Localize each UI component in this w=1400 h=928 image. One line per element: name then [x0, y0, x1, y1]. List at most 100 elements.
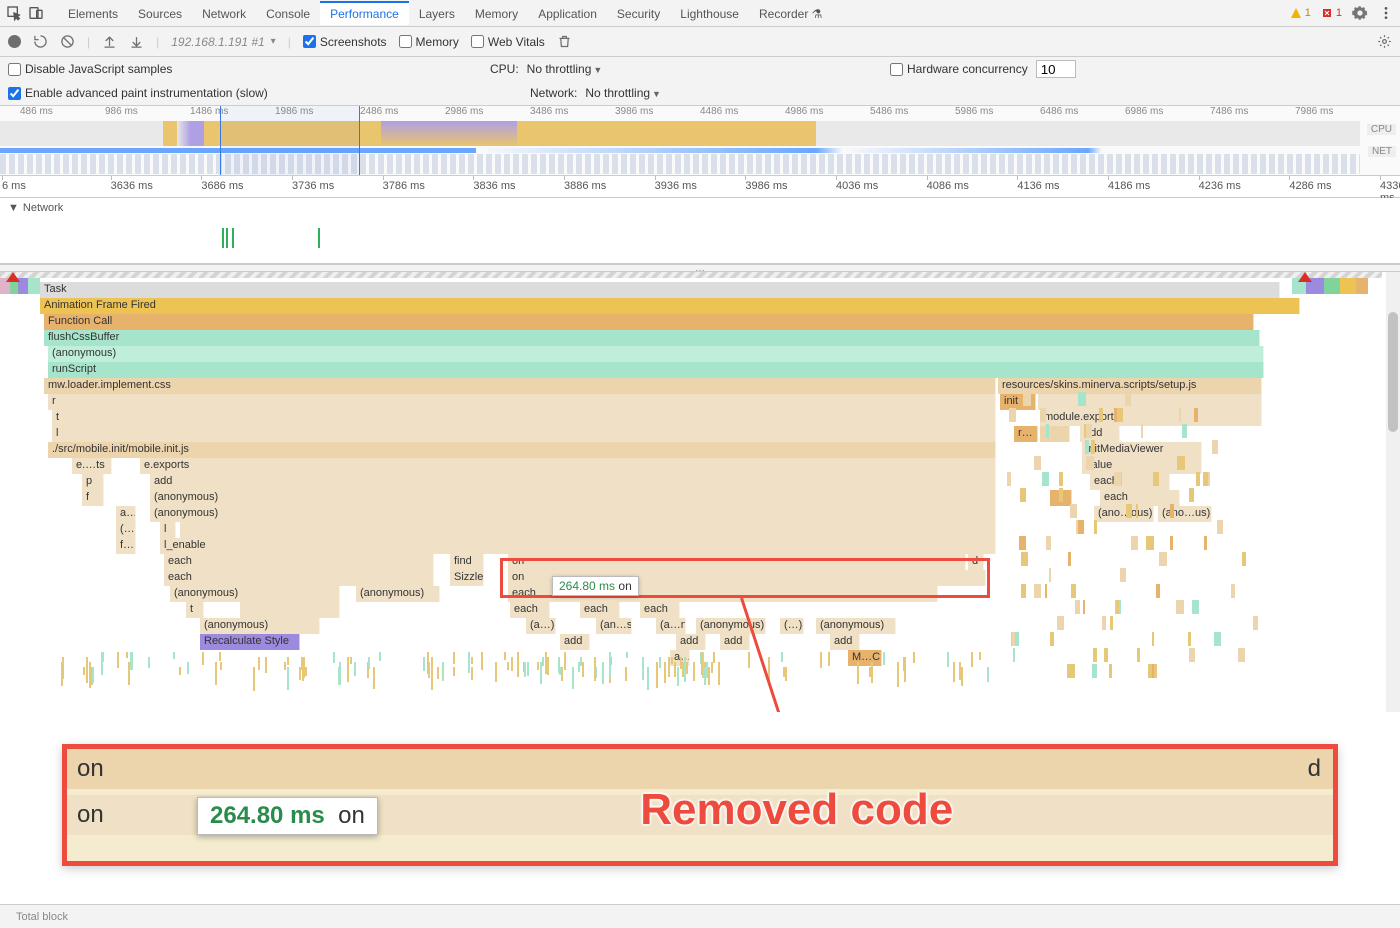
flame-frame[interactable] — [240, 602, 340, 618]
flame-frame[interactable]: each — [510, 602, 550, 618]
hw-concurrency-checkbox[interactable]: Hardware concurrency — [890, 62, 1028, 76]
detail-ruler[interactable]: 6 ms3636 ms3686 ms3736 ms3786 ms3836 ms3… — [0, 176, 1400, 198]
cpu-throttle-select[interactable]: No throttling▼ — [527, 62, 603, 76]
flame-frame[interactable]: each — [1100, 490, 1180, 506]
flame-frame[interactable]: find — [450, 554, 484, 570]
flame-frame[interactable]: (an…s) — [596, 618, 632, 634]
flame-frame[interactable] — [180, 522, 996, 538]
network-lane[interactable]: ▼ Network — [0, 198, 1400, 264]
flame-frame[interactable]: f — [82, 490, 104, 506]
flame-frame[interactable]: ./src/mobile.init/mobile.init.js — [48, 442, 996, 458]
download-icon[interactable] — [129, 34, 144, 49]
tab-console[interactable]: Console — [256, 1, 320, 25]
flame-frame[interactable]: d — [968, 554, 984, 570]
dropdown-icon[interactable]: ▾ — [271, 36, 276, 47]
webvitals-checkbox[interactable]: Web Vitals — [471, 35, 545, 49]
flame-frame[interactable] — [1040, 426, 1070, 442]
flame-frame[interactable]: each — [580, 602, 620, 618]
flame-frame[interactable]: l — [160, 522, 176, 538]
flame-frame[interactable]: (…) — [116, 522, 136, 538]
tbt-tab[interactable]: Total block — [8, 907, 76, 927]
flame-frame[interactable]: add — [560, 634, 590, 650]
flame-frame[interactable]: (anonymous) — [816, 618, 896, 634]
flame-frame[interactable]: t — [52, 410, 996, 426]
flame-frame[interactable]: l — [52, 426, 996, 442]
disable-js-samples-checkbox[interactable]: Disable JavaScript samples — [8, 62, 172, 76]
flame-frame[interactable]: p — [82, 474, 104, 490]
flame-frame[interactable]: (ano…us) — [1158, 506, 1212, 522]
flame-frame[interactable]: r — [48, 394, 996, 410]
tab-security[interactable]: Security — [607, 1, 670, 25]
flame-frame[interactable]: (anonymous) — [150, 490, 996, 506]
flame-frame[interactable]: (anonymous) — [48, 346, 1264, 362]
capture-settings-icon[interactable] — [1377, 34, 1392, 49]
network-lane-header[interactable]: ▼ Network — [0, 198, 1400, 218]
flame-frame[interactable]: (anonymous) — [200, 618, 320, 634]
flame-frame[interactable]: Task — [40, 282, 1280, 298]
flame-frame[interactable]: add — [150, 474, 996, 490]
flame-frame[interactable]: Recalculate Style — [200, 634, 300, 650]
trash-icon[interactable] — [557, 34, 572, 49]
flame-frame[interactable]: a… — [116, 506, 136, 522]
screenshots-checkbox[interactable]: Screenshots — [303, 35, 387, 49]
flame-chart[interactable]: 264.80 ms on TaskAnimation Frame FiredFu… — [0, 272, 1400, 712]
tab-elements[interactable]: Elements — [58, 1, 128, 25]
flame-frame[interactable]: runScript — [48, 362, 1264, 378]
flame-frame[interactable]: f… — [116, 538, 136, 554]
tab-recorder[interactable]: Recorder ⚗ — [749, 1, 832, 25]
clear-icon[interactable] — [60, 34, 75, 49]
record-button[interactable] — [8, 35, 21, 48]
flame-frame[interactable]: (…) — [780, 618, 804, 634]
horizontal-splitter[interactable]: … — [0, 264, 1400, 272]
tab-performance[interactable]: Performance — [320, 1, 409, 25]
tab-layers[interactable]: Layers — [409, 1, 465, 25]
tab-lighthouse[interactable]: Lighthouse — [670, 1, 749, 25]
flame-frame[interactable]: (anonymous) — [696, 618, 766, 634]
flame-frame[interactable]: (anonymous) — [356, 586, 440, 602]
flame-frame[interactable]: module.exports — [1040, 410, 1262, 426]
flame-frame[interactable]: add — [830, 634, 860, 650]
flame-frame[interactable]: r… — [1014, 426, 1038, 442]
flame-frame[interactable] — [1038, 394, 1262, 410]
flame-scrollbar[interactable] — [1386, 272, 1400, 712]
reload-icon[interactable] — [33, 34, 48, 49]
session-select[interactable]: 192.168.1.191 #1 — [171, 35, 264, 49]
paint-instrumentation-checkbox[interactable]: Enable advanced paint instrumentation (s… — [8, 86, 268, 100]
flame-frame[interactable]: on — [508, 554, 966, 570]
flame-frame[interactable]: mw.loader.implement.css — [44, 378, 996, 394]
flame-frame[interactable]: e.…ts — [72, 458, 112, 474]
flame-frame[interactable]: add — [676, 634, 706, 650]
memory-checkbox[interactable]: Memory — [399, 35, 459, 49]
flame-frame[interactable]: (ano…ous) — [1094, 506, 1154, 522]
warnings-badge[interactable]: 1 — [1290, 7, 1311, 19]
overview-selection[interactable] — [220, 106, 360, 175]
inspect-icon[interactable] — [6, 5, 22, 21]
flame-frame[interactable]: (anonymous) — [170, 586, 340, 602]
tab-network[interactable]: Network — [192, 1, 256, 25]
flame-frame[interactable]: (a…) — [526, 618, 556, 634]
flame-frame[interactable]: t — [186, 602, 204, 618]
flame-frame[interactable]: Animation Frame Fired — [40, 298, 1300, 314]
flame-frame[interactable]: (a…n) — [656, 618, 686, 634]
upload-icon[interactable] — [102, 34, 117, 49]
flame-frame[interactable]: l_enable — [160, 538, 996, 554]
more-icon[interactable] — [1378, 5, 1394, 21]
hw-concurrency-input[interactable] — [1036, 60, 1076, 78]
overview-timeline[interactable]: 486 ms986 ms1486 ms1986 ms2486 ms2986 ms… — [0, 106, 1400, 176]
flame-frame[interactable]: (anonymous) — [150, 506, 996, 522]
flame-frame[interactable]: each — [164, 554, 434, 570]
network-throttle-select[interactable]: No throttling▼ — [585, 86, 661, 100]
tab-memory[interactable]: Memory — [465, 1, 528, 25]
tab-application[interactable]: Application — [528, 1, 607, 25]
flame-frame[interactable]: M…C — [848, 650, 882, 666]
tab-sources[interactable]: Sources — [128, 1, 192, 25]
flame-frame[interactable]: each — [164, 570, 434, 586]
flame-frame[interactable]: Function Call — [44, 314, 1254, 330]
device-toggle-icon[interactable] — [28, 5, 44, 21]
flame-frame[interactable]: Sizzle — [450, 570, 484, 586]
flame-frame[interactable]: e.exports — [140, 458, 996, 474]
flame-frame[interactable]: add — [720, 634, 750, 650]
flame-frame[interactable]: flushCssBuffer — [44, 330, 1260, 346]
settings-icon[interactable] — [1352, 5, 1368, 21]
flame-frame[interactable]: each — [640, 602, 680, 618]
